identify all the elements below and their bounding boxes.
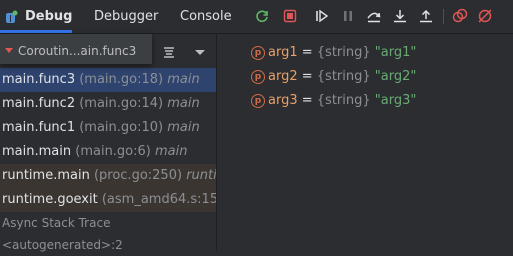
step-into-icon[interactable] xyxy=(392,8,408,24)
frames-panel: Coroutin...ain.func3 main.func3 (main.go… xyxy=(0,34,217,252)
frame-location: (main.go:14) xyxy=(79,96,164,111)
mute-breakpoints-icon[interactable] xyxy=(477,8,493,24)
stack-frames-list: main.func3 (main.go:18) main main.func2 … xyxy=(0,68,216,256)
filter-list-icon[interactable] xyxy=(162,45,176,59)
frame-location: (asm_amd64.s:1594 xyxy=(101,192,216,207)
variable-value: "arg1" xyxy=(374,45,417,60)
frame-package: runtim xyxy=(186,168,216,183)
variables-panel: p arg1 = {string} "arg1" p arg2 = {strin… xyxy=(217,34,513,251)
frame-location: (main.go:6) xyxy=(75,144,151,159)
parameter-icon: p xyxy=(251,46,265,60)
variable-type: {string} xyxy=(316,93,371,108)
step-out-icon[interactable] xyxy=(418,8,434,24)
frame-package: main xyxy=(167,120,200,135)
chevron-down-icon[interactable] xyxy=(195,50,205,55)
frame-function: main.func1 xyxy=(2,120,76,135)
debug-bug-icon xyxy=(4,10,18,24)
variable-equals: = xyxy=(297,45,317,60)
tab-debug-label: Debug xyxy=(25,9,73,24)
resume-icon[interactable] xyxy=(314,8,330,24)
frame-function: main.main xyxy=(2,144,72,159)
tab-console[interactable]: Console xyxy=(180,8,232,26)
rerun-icon[interactable] xyxy=(254,8,270,24)
variable-type: {string} xyxy=(316,69,371,84)
frame-package: main xyxy=(167,96,200,111)
active-tab-indicator xyxy=(0,30,72,33)
frame-function: runtime.main xyxy=(2,168,90,183)
frame-package: main xyxy=(155,144,188,159)
frame-function: runtime.goexit xyxy=(2,192,98,207)
frame-package: main xyxy=(167,72,200,87)
stack-frame[interactable]: main.func1 (main.go:10) main xyxy=(0,116,216,140)
toolbar-separator xyxy=(443,9,444,24)
debug-toolbar: Debug Debugger Console xyxy=(0,0,513,34)
parameter-icon: p xyxy=(251,70,265,84)
stack-frame[interactable]: runtime.goexit (asm_amd64.s:1594 xyxy=(0,188,216,212)
stack-frame[interactable]: main.func3 (main.go:18) main xyxy=(0,68,216,92)
pause-icon[interactable] xyxy=(340,8,356,24)
async-stack-trace-label: Async Stack Trace xyxy=(2,216,111,230)
variable-equals: = xyxy=(297,93,317,108)
stack-frame[interactable]: runtime.main (proc.go:250) runtim xyxy=(0,164,216,188)
stop-icon[interactable] xyxy=(282,8,298,24)
coroutine-selector-label: Coroutin...ain.func3 xyxy=(18,44,137,58)
step-over-icon[interactable] xyxy=(366,8,382,24)
variable-value: "arg2" xyxy=(374,69,417,84)
variable-value: "arg3" xyxy=(374,93,417,108)
frame-location: (main.go:10) xyxy=(79,120,164,135)
variable-type: {string} xyxy=(316,45,371,60)
frame-function: main.func3 xyxy=(2,72,76,87)
variable-name: arg1 xyxy=(268,45,298,60)
variable-name: arg2 xyxy=(268,69,298,84)
stack-frame[interactable]: main.main (main.go:6) main xyxy=(0,140,216,164)
frame-location: (main.go:18) xyxy=(79,72,164,87)
variable-equals: = xyxy=(297,69,317,84)
tab-debugger[interactable]: Debugger xyxy=(94,8,158,26)
view-breakpoints-icon[interactable] xyxy=(452,8,468,24)
selector-caret-icon xyxy=(5,48,13,53)
parameter-icon: p xyxy=(251,94,265,108)
frame-function: main.func2 xyxy=(2,96,76,111)
variable-name: arg3 xyxy=(268,93,298,108)
stack-frame[interactable]: main.func2 (main.go:14) main xyxy=(0,92,216,116)
frame-location: (proc.go:250) xyxy=(93,168,183,183)
stack-frame[interactable]: <autogenerated>:2 xyxy=(0,234,216,256)
